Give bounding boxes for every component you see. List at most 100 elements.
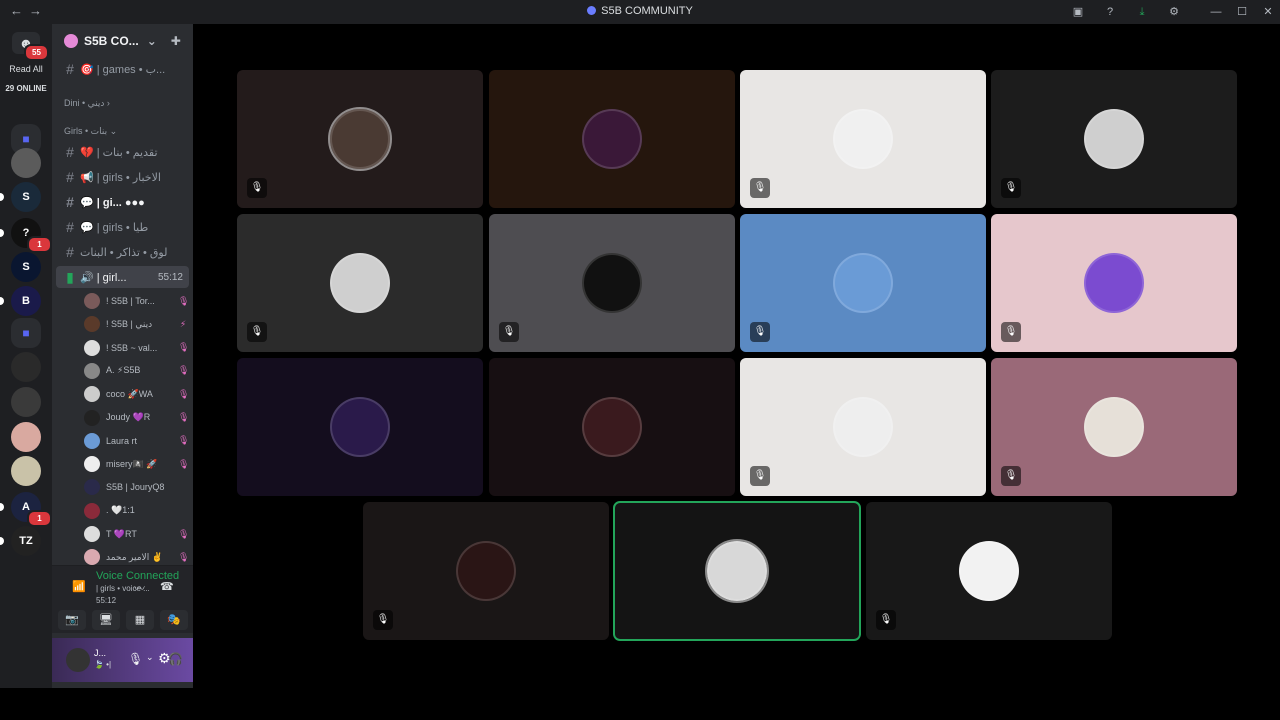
participant-tile[interactable]: 🎙 bbox=[363, 502, 609, 640]
avatar bbox=[84, 362, 100, 379]
participant-avatar bbox=[1084, 109, 1144, 169]
server-icon-4[interactable]: S bbox=[11, 252, 41, 282]
channel-item[interactable]: # 💔 | تقديم • بنات bbox=[56, 141, 189, 163]
chevron-down-icon[interactable]: ⌄ bbox=[147, 34, 157, 48]
participant-avatar bbox=[582, 253, 642, 313]
channel-item[interactable]: # 💬 | gi... ●●● bbox=[56, 191, 189, 213]
noise-suppression-icon[interactable]: 〰 bbox=[134, 580, 145, 596]
participant-tile[interactable]: 🎙 bbox=[740, 214, 986, 352]
participant-avatar bbox=[330, 397, 390, 457]
voice-channel-girls[interactable]: ▮ 🔊 | girl... 55:12 bbox=[56, 266, 189, 288]
soundboard-button[interactable]: 🎭 bbox=[160, 610, 188, 630]
mic-muted-icon: 🎙 bbox=[373, 610, 393, 630]
avatar-ring bbox=[705, 539, 769, 603]
server-icon-10[interactable]: A1 bbox=[0, 492, 52, 527]
participant-tile[interactable]: 🎙 bbox=[740, 70, 986, 208]
mic-muted-icon: 🎙 bbox=[178, 458, 190, 469]
server-icon-7[interactable] bbox=[11, 387, 41, 417]
voice-activity-icon: ▮ bbox=[66, 268, 74, 285]
disconnect-icon[interactable]: ☎ bbox=[160, 580, 174, 593]
participant-tile[interactable]: 🎙 bbox=[237, 214, 483, 352]
participant-tile[interactable] bbox=[489, 70, 735, 208]
voice-member[interactable]: Laura rt 🎙 bbox=[84, 431, 190, 451]
participant-avatar bbox=[833, 397, 893, 457]
maximize-icon[interactable]: ☐ bbox=[1234, 4, 1250, 20]
chevron-down-icon[interactable]: ⌄ bbox=[146, 652, 154, 663]
server-icon-5[interactable]: B bbox=[0, 286, 41, 316]
server-icon-2[interactable]: S bbox=[0, 182, 41, 212]
participant-tile[interactable]: 🎙 bbox=[991, 70, 1237, 208]
voice-member[interactable]: S5B | JouryQ8 bbox=[84, 477, 188, 497]
add-member-icon[interactable]: ✚ bbox=[171, 34, 181, 48]
category-girls[interactable]: Girls • بنات ⌄ bbox=[64, 126, 117, 137]
mic-icon[interactable]: 🎙 bbox=[128, 652, 143, 666]
server-icon-face: B bbox=[11, 286, 41, 316]
activities-button[interactable]: ▦ bbox=[126, 610, 154, 630]
help-icon[interactable]: ? bbox=[1102, 4, 1118, 20]
server-icon-9[interactable] bbox=[11, 456, 41, 486]
server-icon-face bbox=[11, 148, 41, 178]
voice-member[interactable]: coco 🚀WA 🎙 bbox=[84, 384, 189, 404]
mic-muted-icon: 🎙 bbox=[750, 322, 770, 342]
server-folder-icon[interactable]: ■ bbox=[11, 318, 41, 348]
participant-tile[interactable]: 🎙 bbox=[991, 214, 1237, 352]
unread-pill bbox=[0, 537, 4, 545]
minimize-icon[interactable]: — bbox=[1208, 4, 1224, 20]
mic-muted-icon: 🎙 bbox=[178, 435, 190, 446]
member-name: ! S5B | ديني bbox=[106, 318, 153, 329]
camera-button[interactable]: 📷 bbox=[58, 610, 86, 630]
member-name: coco 🚀WA bbox=[106, 388, 153, 399]
channel-item[interactable]: # 💬 | girls • طيا bbox=[56, 216, 189, 238]
participant-avatar bbox=[833, 253, 893, 313]
participant-tile[interactable]: 🎙 bbox=[237, 70, 483, 208]
server-header[interactable]: S5B CO... ⌄ ✚ bbox=[52, 24, 193, 58]
voice-member[interactable]: misery🏴‍☠️ 🚀 🎙 bbox=[84, 454, 190, 474]
user-panel: J... 🍃 •| 🎙 ⌄ 🎧 ⌄ ⚙ bbox=[52, 638, 193, 682]
hash-icon: # bbox=[66, 219, 74, 235]
participant-tile[interactable]: 🎙 bbox=[740, 358, 986, 496]
avatar bbox=[84, 339, 100, 356]
channel-label: 📢 | girls • الاخبار bbox=[80, 171, 161, 184]
server-icon-11[interactable]: TZ bbox=[0, 526, 41, 556]
participant-avatar bbox=[456, 541, 516, 601]
category-dini[interactable]: Dini • دیني › bbox=[64, 98, 110, 109]
channel-games[interactable]: # 🎯 | games • ب... bbox=[56, 58, 189, 80]
inbox-icon[interactable]: ▣ bbox=[1070, 4, 1086, 20]
voice-member[interactable]: A. ⚡S5B 🎙 bbox=[84, 361, 189, 381]
server-icon-face: S bbox=[11, 182, 41, 212]
voice-member[interactable]: ! S5B | Tor... 🎙 bbox=[84, 291, 189, 311]
download-icon[interactable]: ⤓ bbox=[1134, 4, 1150, 20]
server-icon-3[interactable]: ? 1 bbox=[0, 218, 52, 253]
voice-timer: 55:12 bbox=[157, 271, 183, 283]
server-icon-face bbox=[11, 456, 41, 486]
close-icon[interactable]: ✕ bbox=[1260, 4, 1276, 20]
nitro-icon[interactable]: ⚙ bbox=[1166, 4, 1182, 20]
voice-member[interactable]: . 🤍1:1 bbox=[84, 501, 188, 521]
voice-member[interactable]: ! S5B ~ val... 🎙 bbox=[84, 338, 189, 358]
signal-icon[interactable]: 📶 bbox=[72, 580, 86, 593]
avatar bbox=[84, 526, 100, 542]
participant-tile[interactable]: 🎙 bbox=[866, 502, 1112, 640]
channel-item[interactable]: # لوق • تذاكر • البنات bbox=[56, 241, 189, 263]
participant-tile[interactable] bbox=[489, 358, 735, 496]
settings-icon[interactable]: ⚙ bbox=[158, 650, 171, 667]
voice-member[interactable]: T 💜RT 🎙 bbox=[84, 524, 190, 544]
user-status: 🍃 •| bbox=[94, 660, 112, 669]
participant-tile[interactable]: 🎙 bbox=[991, 358, 1237, 496]
voice-member[interactable]: ! S5B | ديني ⚡ bbox=[84, 314, 188, 334]
channel-item[interactable]: # 📢 | girls • الاخبار bbox=[56, 166, 189, 188]
server-icon-1[interactable] bbox=[11, 148, 41, 178]
voice-member[interactable]: Joudy 💜R 🎙 bbox=[84, 408, 189, 428]
read-all-button[interactable]: Read All bbox=[0, 64, 52, 74]
participant-tile[interactable] bbox=[613, 501, 861, 641]
participant-tile[interactable] bbox=[237, 358, 483, 496]
server-icon-6[interactable] bbox=[11, 352, 41, 382]
mic-muted-icon: 🎙 bbox=[178, 528, 190, 539]
voice-timer-panel: 55:12 bbox=[96, 596, 117, 605]
screenshare-button[interactable]: 🖥 bbox=[92, 610, 120, 630]
username[interactable]: J... bbox=[94, 648, 106, 658]
hash-icon: # bbox=[66, 61, 74, 77]
user-avatar[interactable] bbox=[66, 648, 90, 672]
server-icon-8[interactable] bbox=[11, 422, 41, 452]
participant-tile[interactable]: 🎙 bbox=[489, 214, 735, 352]
